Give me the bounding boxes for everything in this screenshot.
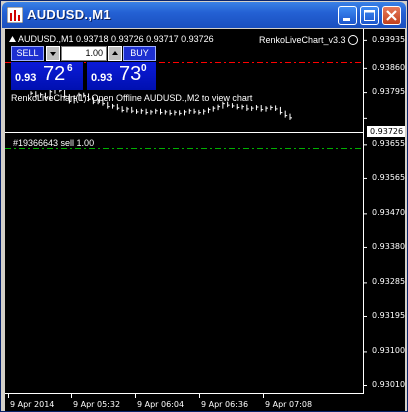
bid-pip: 6 [67, 63, 73, 74]
lot-increase-button[interactable] [108, 46, 122, 61]
indicator-name: RenkoLiveChart_v3.3 [259, 35, 346, 45]
minimize-icon [343, 18, 350, 21]
close-button[interactable] [382, 6, 401, 25]
bid-prefix: 0.93 [15, 72, 37, 84]
symbol-info: AUDUSD.,M1 0.93718 0.93726 0.93717 0.937… [5, 34, 214, 44]
sell-button[interactable]: SELL [11, 46, 44, 61]
time-label: 9 Apr 2014 [10, 400, 55, 409]
chart-comment: RenkoLiveChart(1): Open Offline AUDUSD.,… [11, 93, 253, 103]
price-label: 0.93565 [372, 172, 406, 182]
price-label: 0.93470 [372, 208, 406, 218]
minimize-button[interactable] [338, 6, 357, 25]
chart-app-icon [7, 7, 23, 23]
maximize-icon [364, 10, 375, 21]
lot-decrease-button[interactable] [46, 46, 60, 61]
chart-window: AUDUSD.,M1 SELL 1.00 BUY 0.93 72 6 0.93 … [0, 0, 408, 412]
price-label: 0.93380 [372, 241, 406, 251]
current-price-tag: 0.93726 [367, 126, 405, 137]
price-label: 0.93195 [372, 310, 406, 320]
indicator-label: RenkoLiveChart_v3.3 [259, 35, 358, 45]
smiley-icon [347, 35, 358, 45]
buy-button[interactable]: BUY [123, 46, 156, 61]
chart-area[interactable]: SELL 1.00 BUY 0.93 72 6 0.93 73 0 AUDUSD… [5, 29, 405, 411]
title-bar[interactable]: AUDUSD.,M1 [2, 2, 406, 28]
time-label: 9 Apr 05:32 [73, 400, 121, 409]
time-label: 9 Apr 06:36 [201, 400, 249, 409]
close-icon [386, 10, 397, 21]
price-label: 0.93010 [372, 380, 406, 389]
chevron-up-icon [112, 51, 118, 55]
one-click-trading-panel: SELL 1.00 BUY 0.93 72 6 0.93 73 0 [11, 46, 156, 90]
triangle-up-icon [9, 36, 16, 42]
chevron-down-icon [50, 52, 56, 56]
price-label: 0.93860 [372, 62, 406, 72]
ask-price-box[interactable]: 0.93 73 0 [87, 62, 156, 90]
order-label: #19366643 sell 1.00 [13, 138, 95, 148]
symbol-ohlc: AUDUSD.,M1 0.93718 0.93726 0.93717 0.937… [18, 34, 214, 44]
price-label: 0.93795 [372, 87, 406, 97]
maximize-button[interactable] [360, 6, 379, 25]
price-label: 0.93285 [372, 277, 406, 287]
price-label: 0.93100 [372, 346, 406, 356]
time-label: 9 Apr 07:08 [265, 400, 313, 409]
time-label: 9 Apr 06:04 [137, 400, 185, 409]
price-label: 0.93655 [372, 139, 406, 149]
bid-big-digits: 72 [43, 63, 66, 85]
lot-input[interactable]: 1.00 [61, 46, 107, 61]
price-label: 0.93935 [372, 34, 406, 44]
bid-price-box[interactable]: 0.93 72 6 [11, 62, 83, 90]
ask-pip: 0 [141, 63, 147, 74]
ask-prefix: 0.93 [91, 72, 113, 84]
window-title: AUDUSD.,M1 [27, 7, 111, 22]
ask-big-digits: 73 [119, 63, 142, 85]
